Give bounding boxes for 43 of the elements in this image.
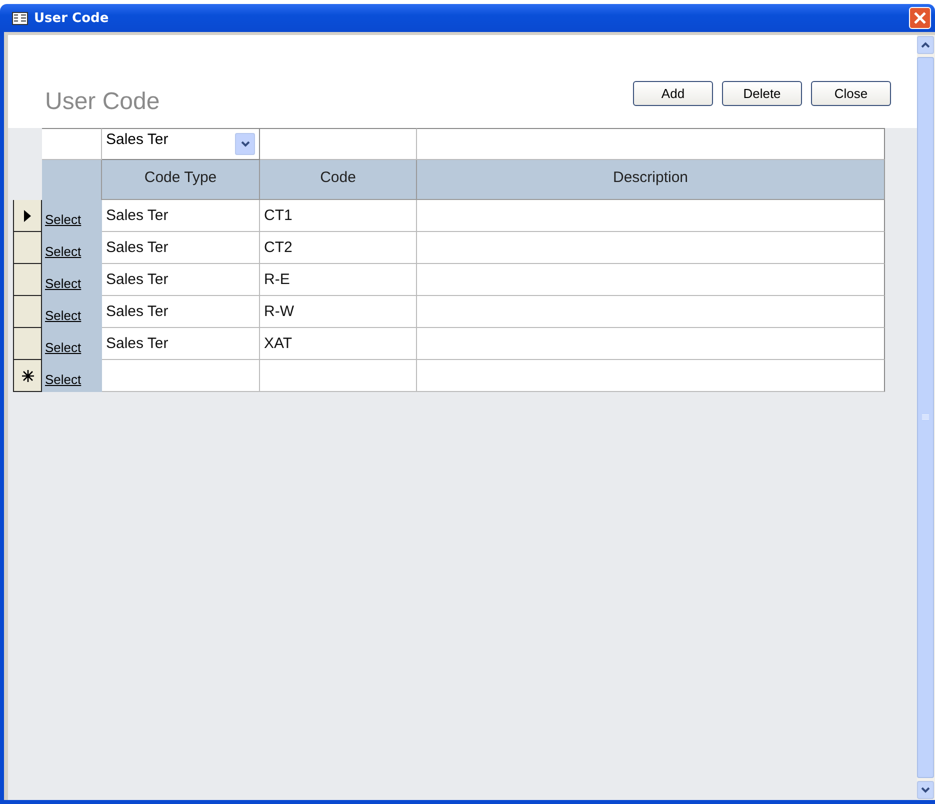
select-link[interactable]: Select xyxy=(45,340,82,355)
table-cell: Sales Ter xyxy=(102,232,260,264)
record-selector[interactable] xyxy=(13,328,42,360)
form-icon xyxy=(12,12,28,24)
table-cell: Sales Ter xyxy=(102,296,260,328)
scroll-down-button[interactable] xyxy=(917,781,934,799)
table-cell: Sales Ter xyxy=(102,264,260,296)
chevron-down-icon xyxy=(240,141,250,147)
scroll-up-button[interactable] xyxy=(917,36,934,54)
form-title: User Code xyxy=(45,88,160,116)
grip-icon xyxy=(922,414,929,421)
table-cell: CT1 xyxy=(260,200,417,232)
table-cell: Sales Ter xyxy=(102,200,260,232)
chevron-down-icon xyxy=(921,787,930,793)
window-title: User Code xyxy=(34,10,110,26)
record-selector[interactable] xyxy=(13,232,42,264)
select-link[interactable]: Select xyxy=(45,372,82,387)
code-type-filter[interactable]: Sales Ter xyxy=(102,128,260,160)
column-header: Code xyxy=(260,160,417,200)
select-link[interactable]: Select xyxy=(45,276,82,291)
select-link[interactable]: Select xyxy=(45,308,82,323)
new-record-icon xyxy=(22,370,34,382)
table-cell: CT2 xyxy=(260,232,417,264)
record-selector[interactable] xyxy=(13,296,42,328)
form-button[interactable]: Close xyxy=(811,81,891,106)
table-cell: XAT xyxy=(260,328,417,360)
chevron-up-icon xyxy=(921,42,930,48)
record-selector[interactable] xyxy=(13,264,42,296)
table-cell: Sales Ter xyxy=(102,328,260,360)
record-selector[interactable] xyxy=(13,200,42,232)
dropdown-button[interactable] xyxy=(235,133,255,155)
close-button[interactable] xyxy=(909,7,931,29)
close-icon xyxy=(913,11,927,25)
table-cell: R-E xyxy=(260,264,417,296)
select-link[interactable]: Select xyxy=(45,212,82,227)
select-link[interactable]: Select xyxy=(45,244,82,259)
scrollbar-thumb[interactable] xyxy=(917,57,934,778)
column-header: Code Type xyxy=(102,160,260,200)
form-button[interactable]: Delete xyxy=(722,81,802,106)
form-button[interactable]: Add xyxy=(633,81,713,106)
column-header: Description xyxy=(417,160,885,200)
record-selector[interactable] xyxy=(13,360,42,392)
table-cell: R-W xyxy=(260,296,417,328)
